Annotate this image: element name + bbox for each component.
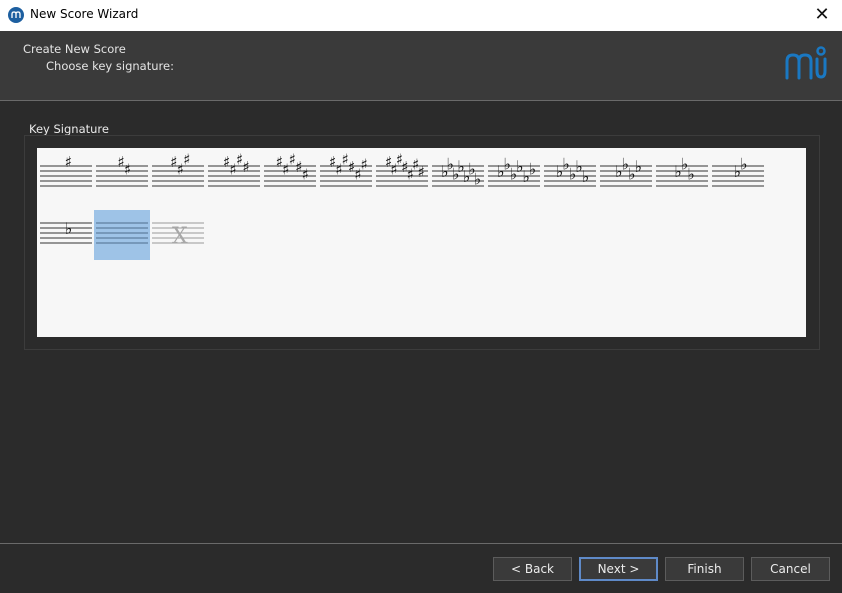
flat-accidental: ♭: [529, 160, 537, 179]
key-signature-flat-2[interactable]: ♭ ♭: [710, 153, 766, 203]
key-signature-sharp-2[interactable]: ♯ ♯: [94, 153, 150, 203]
key-signature-flat-4[interactable]: ♭ ♭ ♭ ♭: [598, 153, 654, 203]
key-signature-sharp-7[interactable]: ♯ ♯ ♯ ♯ ♯ ♯ ♯: [374, 153, 430, 203]
window-title: New Score Wizard: [30, 7, 139, 21]
flat-accidental: ♭: [635, 157, 643, 176]
key-signature-none-0[interactable]: [94, 210, 150, 260]
sharp-accidental: ♯: [302, 166, 309, 184]
key-signature-label: Key Signature: [29, 122, 109, 136]
flat-accidental: ♭: [65, 219, 73, 238]
back-button[interactable]: < Back: [493, 557, 572, 581]
wizard-header: Create New Score Choose key signature:: [0, 31, 842, 101]
wizard-title: Create New Score: [23, 42, 126, 56]
sharp-accidental: ♯: [361, 156, 368, 174]
key-signature-sharp-6[interactable]: ♯ ♯ ♯ ♯ ♯ ♯: [318, 153, 374, 203]
key-signature-palette: ♯ ♯ ♯ ♯ ♯ ♯ ♯ ♯ ♯ ♯ ♯ ♯ ♯ ♯ ♯ ♯ ♯ ♯ ♯ ♯ ♯ ♯ ♯ ♯ ♯ ♯ ♯ ♯ ♭ ♭ ♭ ♭ ♭ ♭ ♭ ♭ ♭ ♭ ♭ ♭…: [37, 148, 806, 337]
key-signature-open-0[interactable]: X: [150, 210, 206, 260]
wizard-footer: < Back Next > Finish Cancel: [0, 543, 842, 593]
sharp-accidental: ♯: [65, 153, 72, 171]
open-atonal-symbol: X: [172, 224, 188, 249]
key-signature-flat-7[interactable]: ♭ ♭ ♭ ♭ ♭ ♭ ♭: [430, 153, 486, 203]
flat-accidental: ♭: [582, 167, 590, 186]
cancel-button[interactable]: Cancel: [751, 557, 830, 581]
sharp-accidental: ♯: [183, 153, 190, 169]
title-bar: New Score Wizard ✕: [0, 0, 842, 31]
key-signature-flat-1[interactable]: ♭: [38, 210, 94, 260]
key-signature-sharp-5[interactable]: ♯ ♯ ♯ ♯ ♯: [262, 153, 318, 203]
close-icon[interactable]: ✕: [810, 3, 834, 27]
key-signature-group: ♯ ♯ ♯ ♯ ♯ ♯ ♯ ♯ ♯ ♯ ♯ ♯ ♯ ♯ ♯ ♯ ♯ ♯ ♯ ♯ ♯ ♯ ♯ ♯ ♯ ♯ ♯ ♯ ♭ ♭ ♭ ♭ ♭ ♭ ♭ ♭ ♭ ♭ ♭ ♭…: [24, 135, 820, 350]
flat-accidental: ♭: [687, 165, 695, 184]
sharp-accidental: ♯: [418, 163, 425, 181]
key-signature-sharp-1[interactable]: ♯: [38, 153, 94, 203]
musescore-logo-icon: [785, 46, 827, 80]
finish-button[interactable]: Finish: [665, 557, 744, 581]
sharp-accidental: ♯: [243, 158, 250, 176]
sharp-accidental: ♯: [124, 161, 131, 179]
next-button[interactable]: Next >: [579, 557, 658, 581]
wizard-subtitle: Choose key signature:: [46, 59, 174, 73]
key-signature-flat-5[interactable]: ♭ ♭ ♭ ♭ ♭: [542, 153, 598, 203]
key-signature-flat-3[interactable]: ♭ ♭ ♭: [654, 153, 710, 203]
key-signature-sharp-4[interactable]: ♯ ♯ ♯ ♯: [206, 153, 262, 203]
flat-accidental: ♭: [740, 155, 748, 174]
wizard-content: Key Signature ♯ ♯ ♯ ♯ ♯ ♯ ♯ ♯ ♯ ♯ ♯ ♯ ♯ ♯ ♯ ♯ ♯ ♯ ♯ ♯ ♯ ♯ ♯ ♯ ♯ ♯…: [0, 101, 842, 543]
musescore-app-icon: [8, 7, 24, 23]
key-signature-sharp-3[interactable]: ♯ ♯ ♯: [150, 153, 206, 203]
flat-accidental: ♭: [474, 170, 482, 189]
key-signature-flat-6[interactable]: ♭ ♭ ♭ ♭ ♭ ♭: [486, 153, 542, 203]
